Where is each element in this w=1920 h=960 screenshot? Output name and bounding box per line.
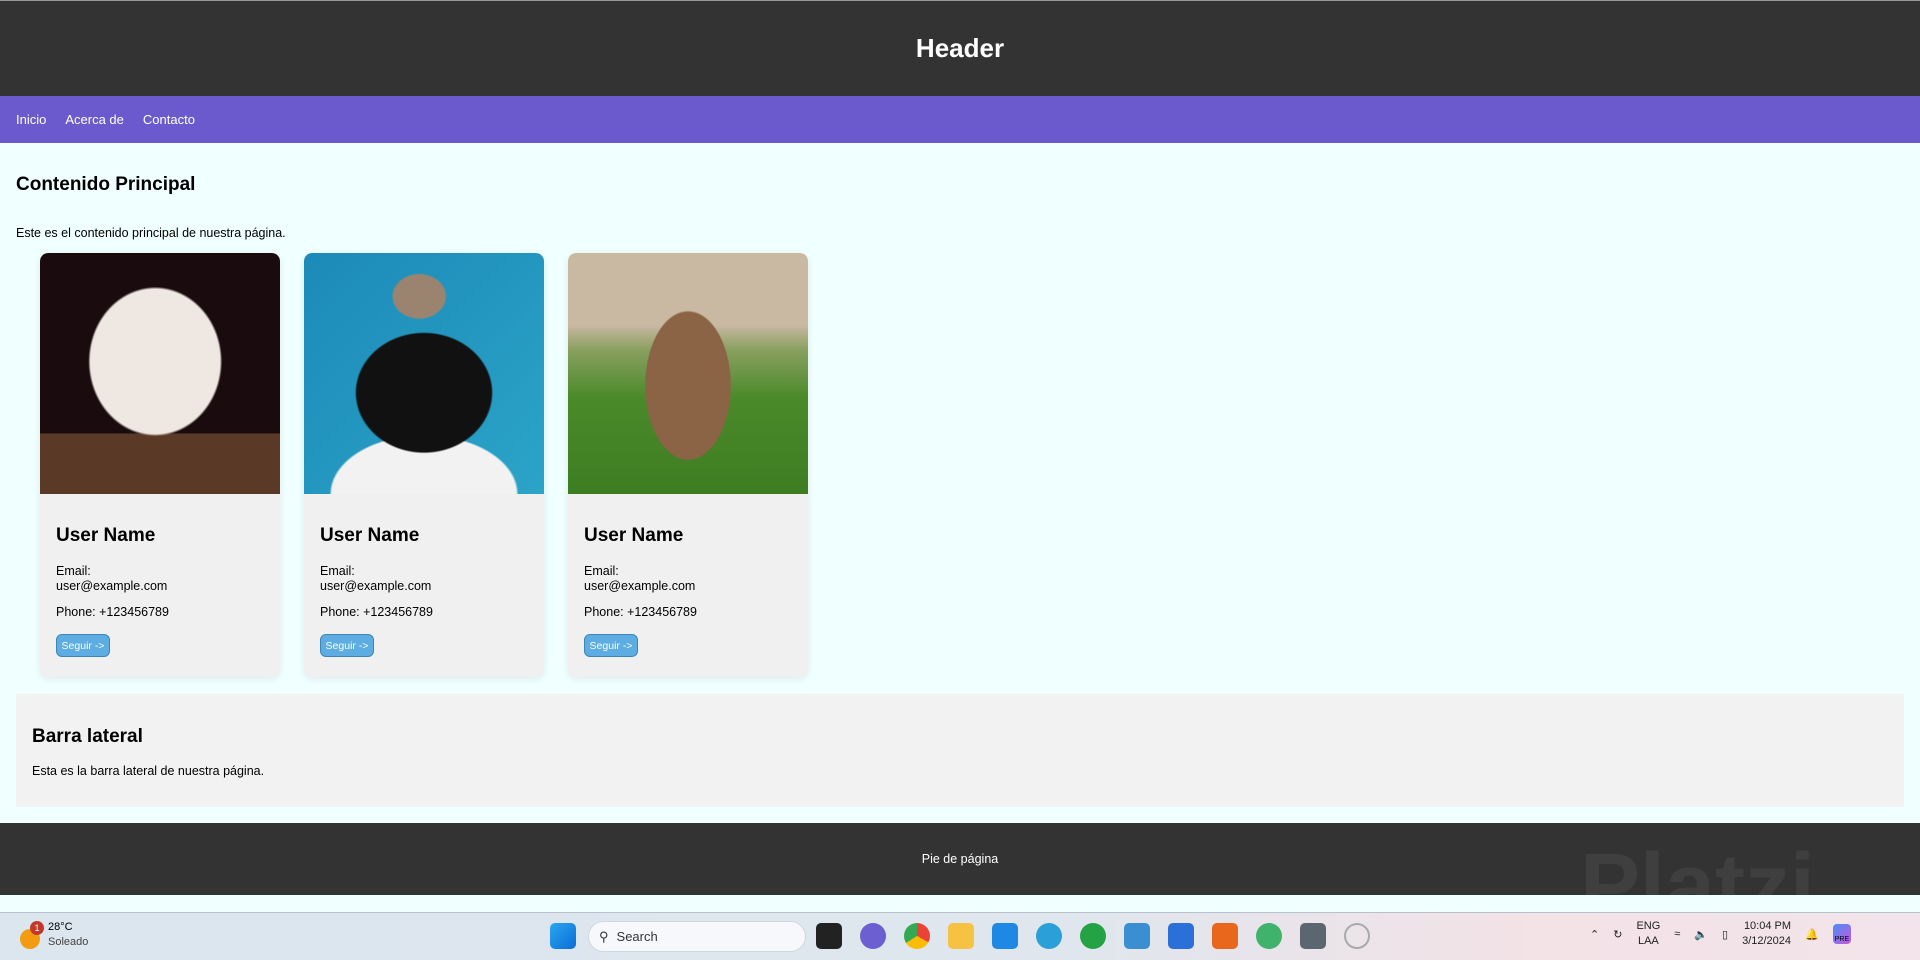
nav-link-contacto[interactable]: Contacto <box>143 112 195 127</box>
photos-icon[interactable] <box>1168 923 1194 949</box>
copilot-icon[interactable]: PRE <box>1832 924 1852 944</box>
notepad-icon[interactable] <box>1124 923 1150 949</box>
lang: ENG <box>1636 920 1661 932</box>
chrome-icon[interactable] <box>904 923 930 949</box>
user-phone: Phone: +123456789 <box>320 605 433 619</box>
weather-widget[interactable]: 1 28°C Soleado <box>20 921 88 949</box>
date: 3/12/2024 <box>1742 935 1792 947</box>
user-name: User Name <box>320 525 420 546</box>
xampp-icon[interactable] <box>1212 923 1238 949</box>
user-card: User Name Email: user@example.com Phone: … <box>40 253 280 677</box>
sidebar-title: Barra lateral <box>32 726 143 747</box>
weather-temp: 28°C <box>48 921 73 933</box>
user-phone: Phone: +123456789 <box>584 605 697 619</box>
user-phone: Phone: +123456789 <box>56 605 169 619</box>
notification-bell-icon[interactable]: 🔔 <box>1805 928 1819 941</box>
file-explorer-icon[interactable] <box>948 923 974 949</box>
time: 10:04 PM <box>1743 920 1792 932</box>
volume-icon[interactable]: 🔈 <box>1694 928 1708 941</box>
user-email: Email: user@example.com <box>320 564 431 594</box>
dog-cat-image <box>304 253 544 494</box>
notification-badge: 1 <box>30 921 44 935</box>
battery-icon[interactable]: ▯ <box>1722 928 1728 941</box>
email-value: user@example.com <box>584 579 696 593</box>
taskbar: 1 28°C Soleado ⚲ Search ⌃ ↻ ENG LAA ≈ 🔈 ▯ 1… <box>0 912 1920 960</box>
whatsapp-icon[interactable] <box>1080 923 1106 949</box>
sidebar-text: Esta es la barra lateral de nuestra pági… <box>32 764 265 778</box>
user-email: Email: user@example.com <box>56 564 167 594</box>
main-text: Este es el contenido principal de nuestr… <box>16 226 286 240</box>
atom-icon[interactable] <box>1256 923 1282 949</box>
telegram-icon[interactable] <box>1036 923 1062 949</box>
email-value: user@example.com <box>56 579 168 593</box>
nav-bar: Inicio Acerca de Contacto <box>0 96 1920 143</box>
clock[interactable]: 10:04 PM 3/12/2024 <box>1742 919 1791 949</box>
task-view-icon[interactable] <box>816 923 842 949</box>
page-header: Header <box>0 0 1920 96</box>
nav-link-acerca[interactable]: Acerca de <box>65 112 124 127</box>
language-indicator[interactable]: ENG LAA <box>1636 919 1660 949</box>
email-label: Email: <box>56 564 91 578</box>
vscode-icon[interactable] <box>992 923 1018 949</box>
user-email: Email: user@example.com <box>584 564 695 594</box>
search-icon: ⚲ <box>599 928 609 944</box>
teams-icon[interactable] <box>860 923 886 949</box>
windows-start-icon[interactable] <box>550 923 576 949</box>
calculator-icon[interactable] <box>1300 923 1326 949</box>
layout: LAA <box>1637 935 1659 947</box>
search-placeholder: Search <box>616 929 658 944</box>
follow-button[interactable]: Seguir -> <box>584 634 638 657</box>
rabbit-image <box>568 253 808 494</box>
main-title: Contenido Principal <box>16 174 196 195</box>
system-tray: ⌃ ↻ ENG LAA ≈ 🔈 ▯ 10:04 PM 3/12/2024 🔔 PRE <box>1590 919 1852 949</box>
chevron-up-icon[interactable]: ⌃ <box>1590 928 1599 941</box>
user-name: User Name <box>584 525 684 546</box>
email-value: user@example.com <box>320 579 432 593</box>
sun-icon: 1 <box>20 921 44 949</box>
follow-button[interactable]: Seguir -> <box>56 634 110 657</box>
taskbar-search[interactable]: ⚲ Search <box>588 921 806 952</box>
app-icon[interactable] <box>1344 923 1370 949</box>
email-label: Email: <box>320 564 355 578</box>
sync-icon[interactable]: ↻ <box>1613 928 1622 941</box>
user-name: User Name <box>56 525 156 546</box>
header-title: Header <box>915 33 1005 63</box>
wifi-icon[interactable]: ≈ <box>1674 928 1680 940</box>
sidebar: Barra lateral Esta es la barra lateral d… <box>16 694 1904 807</box>
email-label: Email: <box>584 564 619 578</box>
follow-button[interactable]: Seguir -> <box>320 634 374 657</box>
kitten-image <box>40 253 280 494</box>
weather-condition: Soleado <box>48 936 89 948</box>
footer-text: Pie de página <box>921 852 999 866</box>
nav-link-inicio[interactable]: Inicio <box>16 112 46 127</box>
user-card: User Name Email: user@example.com Phone: … <box>568 253 808 677</box>
user-card: User Name Email: user@example.com Phone: … <box>304 253 544 677</box>
